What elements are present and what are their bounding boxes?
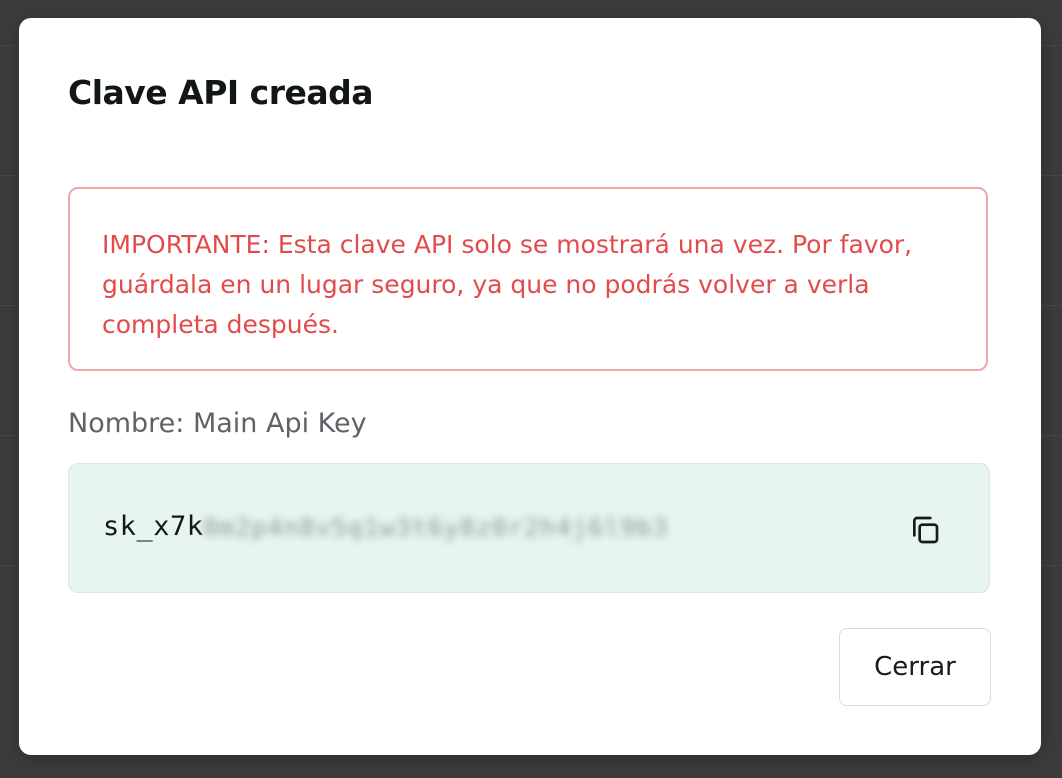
api-key-dialog: Clave API creada IMPORTANTE: Esta clave … (19, 18, 1041, 755)
copy-icon (913, 516, 939, 544)
api-key-prefix: sk_x7k (103, 511, 204, 542)
key-name-label: Nombre: Main Api Key (68, 408, 367, 439)
close-button[interactable]: Cerrar (839, 628, 991, 706)
warning-alert: IMPORTANTE: Esta clave API solo se mostr… (68, 187, 988, 371)
dialog-title: Clave API creada (68, 73, 374, 112)
api-key-display: sk_x7k 0m2p4n8v5q1w3t6y8z0r2h4j6l9b3 (68, 463, 990, 593)
warning-text: IMPORTANTE: Esta clave API solo se mostr… (102, 230, 913, 339)
api-key-masked-value: 0m2p4n8v5q1w3t6y8z0r2h4j6l9b3 (203, 513, 669, 542)
copy-key-button[interactable] (907, 512, 943, 548)
